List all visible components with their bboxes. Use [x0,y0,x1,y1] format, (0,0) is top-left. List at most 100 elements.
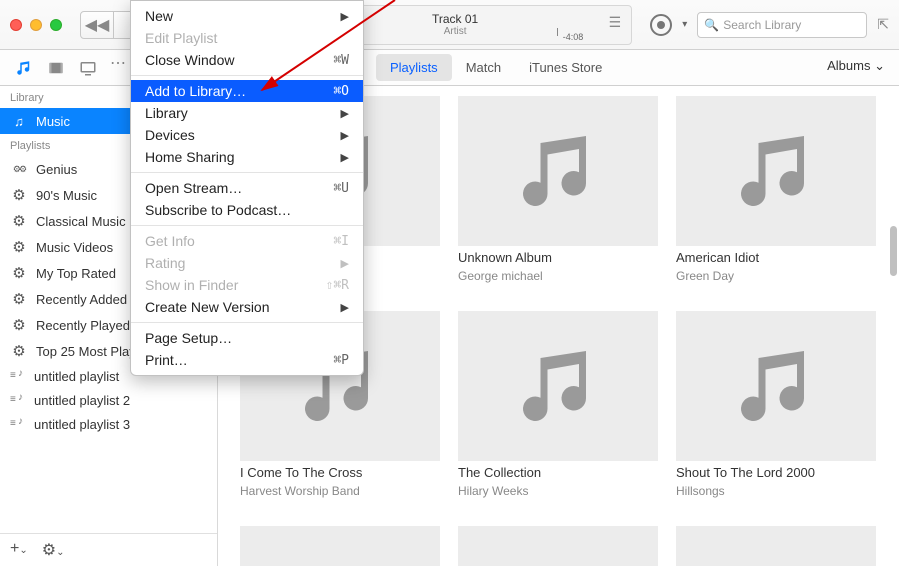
minimize-window-icon[interactable] [30,19,42,31]
gear-icon [10,290,28,308]
menu-subscribe-podcast[interactable]: Subscribe to Podcast… [131,199,363,221]
menu-page-setup[interactable]: Page Setup… [131,327,363,349]
search-icon: 🔍 [704,18,719,32]
menu-open-stream[interactable]: Open Stream… ⌘U [131,177,363,199]
tab-playlists[interactable]: Playlists [376,54,452,81]
album-title: Shout To The Lord 2000 [676,465,876,480]
submenu-arrow-icon: ▶ [341,10,349,23]
menu-print[interactable]: Print…⌘P [131,349,363,371]
album-item[interactable] [240,526,440,566]
playlist-icon [10,392,26,408]
menu-get-info: Get Info⌘I [131,230,363,252]
menu-label: Subscribe to Podcast… [145,202,291,218]
movies-tab[interactable] [40,53,72,83]
album-artist: George michael [458,269,658,283]
menu-label: Add to Library… [145,83,246,99]
now-playing-time: -4:08 [563,32,584,42]
menu-show-in-finder: Show in Finder⇧⌘R [131,274,363,296]
sidebar-item-label: untitled playlist 3 [34,417,130,432]
album-item[interactable] [458,526,658,566]
fullscreen-icon[interactable]: ⇱ [877,16,889,33]
sidebar-item-label: untitled playlist 2 [34,393,130,408]
tv-tab[interactable] [72,53,104,83]
menu-label: Home Sharing [145,149,235,165]
sidebar-item-label: Music [36,114,70,129]
album-cover[interactable] [676,526,876,566]
menu-devices[interactable]: Devices▶ [131,124,363,146]
gear-icon [10,238,28,256]
menu-label: Page Setup… [145,330,232,346]
music-tab[interactable] [8,53,40,83]
album-artist: Hillsongs [676,484,876,498]
genius-icon [10,160,28,178]
album-title: American Idiot [676,250,876,265]
album-item[interactable] [676,526,876,566]
scrollbar-thumb[interactable] [890,226,897,276]
album-cover[interactable] [240,526,440,566]
settings-gear-button[interactable]: ⚙⌄ [42,540,65,560]
gear-icon [10,264,28,282]
queue-list-icon[interactable]: ☰ [609,14,622,31]
shortcut-label: ⌘W [333,53,349,68]
menu-close-window[interactable]: Close Window ⌘W [131,49,363,71]
sidebar-footer: +⌄ ⚙⌄ [0,533,217,566]
maximize-window-icon[interactable] [50,19,62,31]
sidebar-item-label: untitled playlist [34,369,119,384]
album-artist: Harvest Worship Band [240,484,440,498]
album-item[interactable]: Shout To The Lord 2000 Hillsongs [676,311,876,498]
album-cover[interactable] [458,96,658,246]
now-playing-track: Track 01 [432,12,478,26]
album-title: Unknown Album [458,250,658,265]
album-item[interactable]: Unknown Album George michael [458,96,658,283]
album-cover[interactable] [676,96,876,246]
back-button[interactable]: ◀◀ [80,11,114,39]
menu-label: Close Window [145,52,234,68]
media-type-tabs: ⋯ [0,53,140,83]
album-cover[interactable] [676,311,876,461]
account-icon[interactable] [650,14,672,36]
menu-library[interactable]: Library▶ [131,102,363,124]
file-menu-dropdown: New▶ Edit Playlist Close Window⌘W Add to… [130,0,364,376]
menu-label: Get Info [145,233,195,249]
menu-label: Open Stream… [145,180,242,196]
sidebar-item-label: Recently Played [36,318,130,333]
tab-match[interactable]: Match [452,54,515,81]
menu-new[interactable]: New ▶ [131,5,363,27]
menu-separator [131,75,363,76]
menu-separator [131,322,363,323]
menu-create-new-version[interactable]: Create New Version▶ [131,296,363,318]
tab-itunes-store[interactable]: iTunes Store [515,54,616,81]
album-cover[interactable] [458,311,658,461]
sidebar-item-label: 90's Music [36,188,97,203]
close-window-icon[interactable] [10,19,22,31]
menu-separator [131,225,363,226]
sidebar-item-label: Recently Added [36,292,127,307]
gear-icon [10,316,28,334]
search-placeholder: Search Library [723,18,801,32]
album-item[interactable]: The CollectionHilary Weeks [458,311,658,498]
sidebar-item-untitled3[interactable]: untitled playlist 3 [0,412,217,436]
menu-label: Rating [145,255,185,271]
album-artist: Hilary Weeks [458,484,658,498]
submenu-arrow-icon: ▶ [341,129,349,142]
search-input[interactable]: 🔍 Search Library [697,12,867,38]
shortcut-label: ⌘U [333,181,349,196]
now-playing-artist: Artist [444,26,467,37]
window-controls [0,19,72,31]
playlist-icon [10,416,26,432]
account-chevron-icon[interactable]: ▾ [682,19,687,30]
sidebar-item-untitled2[interactable]: untitled playlist 2 [0,388,217,412]
album-item[interactable]: American IdiotGreen Day [676,96,876,283]
menu-home-sharing[interactable]: Home Sharing ▶ [131,146,363,168]
album-cover[interactable] [458,526,658,566]
add-playlist-button[interactable]: +⌄ [10,540,28,560]
menu-add-to-library[interactable]: Add to Library…⌘O [131,80,363,102]
music-note-icon [10,112,28,130]
sidebar-item-label: My Top Rated [36,266,116,281]
menu-separator [131,172,363,173]
submenu-arrow-icon: ▶ [341,151,349,164]
view-mode-dropdown[interactable]: Albums ⌄ [827,58,885,74]
menu-label: New [145,8,173,24]
more-media-icon[interactable]: ⋯ [104,53,132,83]
gear-icon [10,186,28,204]
